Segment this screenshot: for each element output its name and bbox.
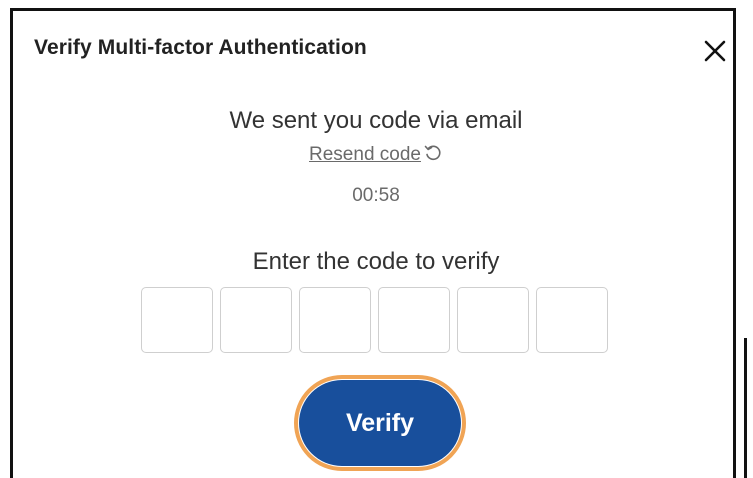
countdown-timer: 00:58 — [352, 185, 400, 206]
resend-code-link[interactable]: Resend code — [309, 144, 421, 165]
sent-message: We sent you code via email — [229, 107, 523, 134]
resend-row: Resend code — [13, 143, 739, 169]
code-digit-5[interactable] — [457, 287, 529, 353]
mfa-dialog: Verify Multi-factor Authentication We se… — [10, 8, 736, 478]
code-digit-6[interactable] — [536, 287, 608, 353]
code-digit-2[interactable] — [220, 287, 292, 353]
close-button[interactable] — [701, 37, 729, 65]
dialog-title: Verify Multi-factor Authentication — [34, 36, 367, 59]
close-icon — [704, 40, 726, 62]
code-digit-4[interactable] — [378, 287, 450, 353]
page-edge-divider — [744, 338, 747, 478]
screen: Verify Multi-factor Authentication We se… — [0, 0, 753, 478]
refresh-icon[interactable] — [423, 143, 443, 169]
code-input-group — [141, 287, 608, 353]
code-digit-1[interactable] — [141, 287, 213, 353]
code-prompt: Enter the code to verify — [252, 248, 500, 275]
code-digit-3[interactable] — [299, 287, 371, 353]
verify-button[interactable]: Verify — [299, 380, 461, 466]
